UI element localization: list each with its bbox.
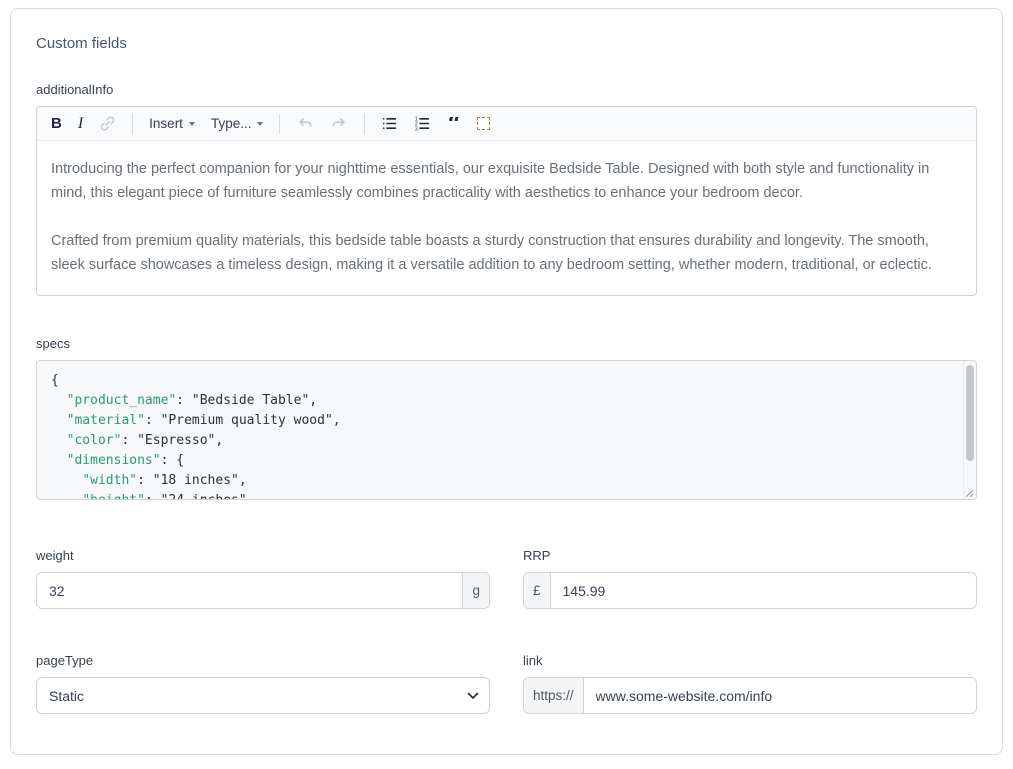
chevron-down-icon <box>189 122 195 126</box>
weight-field: weight g <box>36 548 490 609</box>
weight-rrp-row: weight g RRP £ <box>36 548 977 609</box>
editor-toolbar: B I Insert Type... <box>37 107 976 141</box>
code-line: { <box>51 371 950 391</box>
blockquote-icon[interactable]: “ <box>447 117 461 131</box>
chevron-down-icon <box>257 122 263 126</box>
ordered-list-icon[interactable]: 1 2 3 <box>414 115 431 132</box>
insert-menu-button[interactable]: Insert <box>149 117 195 131</box>
editor-paragraph: Introducing the perfect companion for yo… <box>51 157 962 205</box>
specs-field: { "product_name": "Bedside Table", "mate… <box>36 360 977 500</box>
bullet-list-icon[interactable] <box>381 115 398 132</box>
toolbar-divider <box>132 114 133 134</box>
rrp-input-group: £ <box>523 572 977 609</box>
rich-text-editor: B I Insert Type... <box>36 106 977 296</box>
link-icon[interactable] <box>99 115 116 132</box>
toolbar-divider <box>364 114 365 134</box>
weight-input-group: g <box>36 572 490 609</box>
link-label: link <box>523 653 977 668</box>
dashed-box-icon[interactable] <box>477 117 490 130</box>
editor-content[interactable]: Introducing the perfect companion for yo… <box>37 141 976 295</box>
weight-label: weight <box>36 548 490 563</box>
rrp-label: RRP <box>523 548 977 563</box>
pagetype-field: pageType Static <box>36 653 490 714</box>
specs-scrollbar-thumb[interactable] <box>966 365 974 461</box>
rrp-field: RRP £ <box>523 548 977 609</box>
code-line: "material": "Premium quality wood", <box>51 411 950 431</box>
specs-label: specs <box>36 336 977 351</box>
specs-scrollbar[interactable] <box>963 361 976 499</box>
custom-fields-card: Custom fields additionalInfo B I Insert … <box>10 8 1003 755</box>
section-title: Custom fields <box>36 35 977 52</box>
currency-addon: £ <box>524 573 551 608</box>
pagetype-link-row: pageType Static link https:// <box>36 653 977 714</box>
additionalinfo-label: additionalInfo <box>36 82 977 97</box>
protocol-addon: https:// <box>524 678 584 713</box>
link-input[interactable] <box>584 678 976 713</box>
code-line: "height": "24 inches", <box>51 491 950 500</box>
undo-icon[interactable] <box>296 115 314 133</box>
pagetype-label: pageType <box>36 653 490 668</box>
editor-paragraph: Crafted from premium quality materials, … <box>51 229 962 277</box>
redo-icon[interactable] <box>330 115 348 133</box>
code-line: "dimensions": { <box>51 451 950 471</box>
pagetype-select[interactable]: Static <box>36 677 490 714</box>
resize-handle-icon[interactable] <box>965 489 974 498</box>
code-line: "product_name": "Bedside Table", <box>51 391 950 411</box>
toolbar-divider <box>279 114 280 134</box>
bold-button[interactable]: B <box>51 116 62 131</box>
rrp-input[interactable] <box>551 573 976 608</box>
pagetype-select-wrap: Static <box>36 677 490 714</box>
weight-unit-addon: g <box>462 573 489 608</box>
link-input-group: https:// <box>523 677 977 714</box>
insert-menu-label: Insert <box>149 117 183 131</box>
code-line: "width": "18 inches", <box>51 471 950 491</box>
code-line: "color": "Espresso", <box>51 431 950 451</box>
link-field: link https:// <box>523 653 977 714</box>
type-menu-button[interactable]: Type... <box>211 117 264 131</box>
svg-text:3: 3 <box>415 127 418 132</box>
specs-code-editor[interactable]: { "product_name": "Bedside Table", "mate… <box>36 360 977 500</box>
type-menu-label: Type... <box>211 117 252 131</box>
italic-button[interactable]: I <box>78 116 83 132</box>
weight-input[interactable] <box>37 573 462 608</box>
